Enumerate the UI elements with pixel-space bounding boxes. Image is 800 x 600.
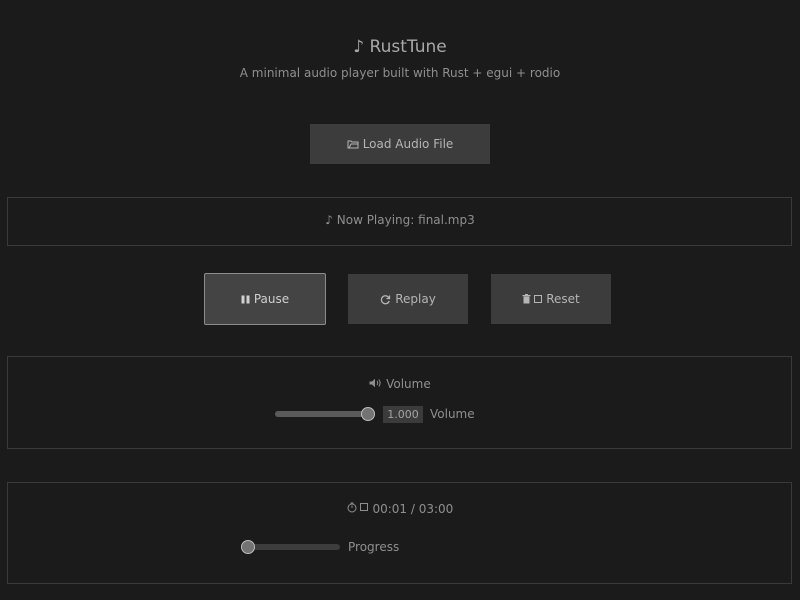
load-audio-file-button[interactable]: Load Audio File (310, 124, 490, 164)
app-title: ♪ RustTune (0, 37, 800, 57)
progress-slider-handle[interactable] (241, 540, 255, 554)
progress-slider-label: Progress (348, 540, 400, 554)
folder-icon (347, 139, 359, 149)
replay-icon (380, 294, 391, 305)
volume-slider-handle[interactable] (361, 407, 375, 421)
app-title-text: RustTune (369, 37, 447, 57)
volume-value-field[interactable]: 1.000 (383, 406, 423, 423)
pause-label: Pause (253, 292, 290, 306)
speaker-icon (369, 377, 386, 391)
stopwatch-icon (347, 502, 373, 516)
progress-time: 00:01 / 03:00 (0, 502, 800, 516)
volume-panel (7, 356, 792, 449)
volume-heading: Volume (0, 377, 800, 391)
volume-slider-label: Volume (430, 407, 475, 421)
pause-button[interactable]: Pause (204, 273, 326, 325)
volume-heading-text: Volume (386, 377, 431, 391)
progress-panel (7, 482, 792, 584)
app-subtitle: A minimal audio player built with Rust +… (239, 66, 561, 80)
trash-icon (522, 294, 543, 304)
reset-label: Reset (546, 292, 580, 306)
volume-slider[interactable] (275, 411, 368, 417)
load-audio-file-label: Load Audio File (362, 137, 454, 151)
music-note-icon: ♪ (325, 213, 333, 227)
progress-slider[interactable] (241, 544, 340, 550)
music-note-icon: ♪ (353, 37, 365, 57)
now-playing-label: Now Playing: final.mp3 (336, 213, 475, 227)
now-playing-text: ♪ Now Playing: final.mp3 (0, 213, 800, 227)
volume-slider-fill (275, 411, 368, 417)
replay-label: Replay (395, 292, 436, 306)
replay-button[interactable]: Replay (348, 274, 468, 324)
pause-icon (241, 295, 250, 304)
progress-time-text: 00:01 / 03:00 (372, 502, 454, 516)
reset-button[interactable]: Reset (491, 274, 611, 324)
